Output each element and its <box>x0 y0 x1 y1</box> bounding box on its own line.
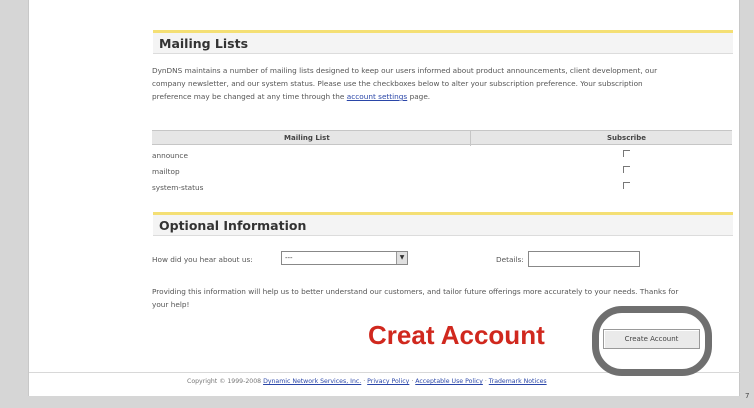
optional-note-line-1: Providing this information will help us … <box>152 287 679 296</box>
header-divider <box>470 131 471 146</box>
privacy-policy-link[interactable]: Privacy Policy <box>367 378 409 385</box>
mailing-list-column-header: Mailing List <box>284 134 330 142</box>
copyright-text: Copyright © 1999-2008 <box>187 378 262 385</box>
subscribe-column-header: Subscribe <box>607 134 646 142</box>
mailing-list-name: mailtop <box>152 167 180 176</box>
chevron-down-icon[interactable]: ▼ <box>396 252 407 264</box>
footer-separator: · <box>484 378 487 385</box>
footer-separator: · <box>363 378 366 385</box>
description-line-3: preference may be changed at any time th… <box>152 90 732 103</box>
subscribe-mailtop-checkbox[interactable] <box>623 166 630 173</box>
acceptable-use-link[interactable]: Acceptable Use Policy <box>415 378 483 385</box>
details-label: Details: <box>496 255 524 264</box>
subscribe-system-status-checkbox[interactable] <box>623 182 630 189</box>
hear-about-us-value: --- <box>285 254 293 262</box>
mailing-list-row: mailtop <box>152 163 732 179</box>
optional-information-title: Optional Information <box>159 218 307 233</box>
mailing-list-row: system-status <box>152 179 732 195</box>
mailing-lists-description: DynDNS maintains a number of mailing lis… <box>152 64 732 103</box>
description-line-1: DynDNS maintains a number of mailing lis… <box>152 66 658 75</box>
hear-about-us-row: How did you hear about us: --- ▼ Details… <box>152 251 732 269</box>
mailing-lists-title: Mailing Lists <box>159 36 249 51</box>
creat-account-annotation: Creat Account <box>368 320 545 350</box>
company-link[interactable]: Dynamic Network Services, Inc. <box>263 378 361 385</box>
highlight-ring <box>592 306 712 376</box>
mailing-list-table-header: Mailing List Subscribe <box>152 130 732 146</box>
details-input[interactable] <box>528 251 640 267</box>
description-line-3-text: preference may be changed at any time th… <box>152 92 345 101</box>
mailing-list-table: Mailing List Subscribe announce mailtop … <box>152 130 732 195</box>
footer-separator: · <box>411 378 414 385</box>
mailing-list-row: announce <box>152 147 732 163</box>
account-settings-link[interactable]: account settings <box>347 92 408 101</box>
subscribe-announce-checkbox[interactable] <box>623 150 630 157</box>
side-mark: 7 <box>745 392 750 400</box>
hear-about-us-select[interactable]: --- ▼ <box>281 251 408 265</box>
description-line-2: company newsletter, and our system statu… <box>152 79 643 88</box>
hear-about-us-label: How did you hear about us: <box>152 255 253 264</box>
mailing-list-name: system-status <box>152 183 204 192</box>
description-line-3-end: page. <box>409 92 431 101</box>
footer: Copyright © 1999-2008 Dynamic Network Se… <box>187 378 547 385</box>
mailing-lists-header: Mailing Lists <box>153 30 733 54</box>
trademark-link[interactable]: Trademark Notices <box>489 378 547 385</box>
optional-information-header: Optional Information <box>153 212 733 236</box>
mailing-list-name: announce <box>152 151 188 160</box>
